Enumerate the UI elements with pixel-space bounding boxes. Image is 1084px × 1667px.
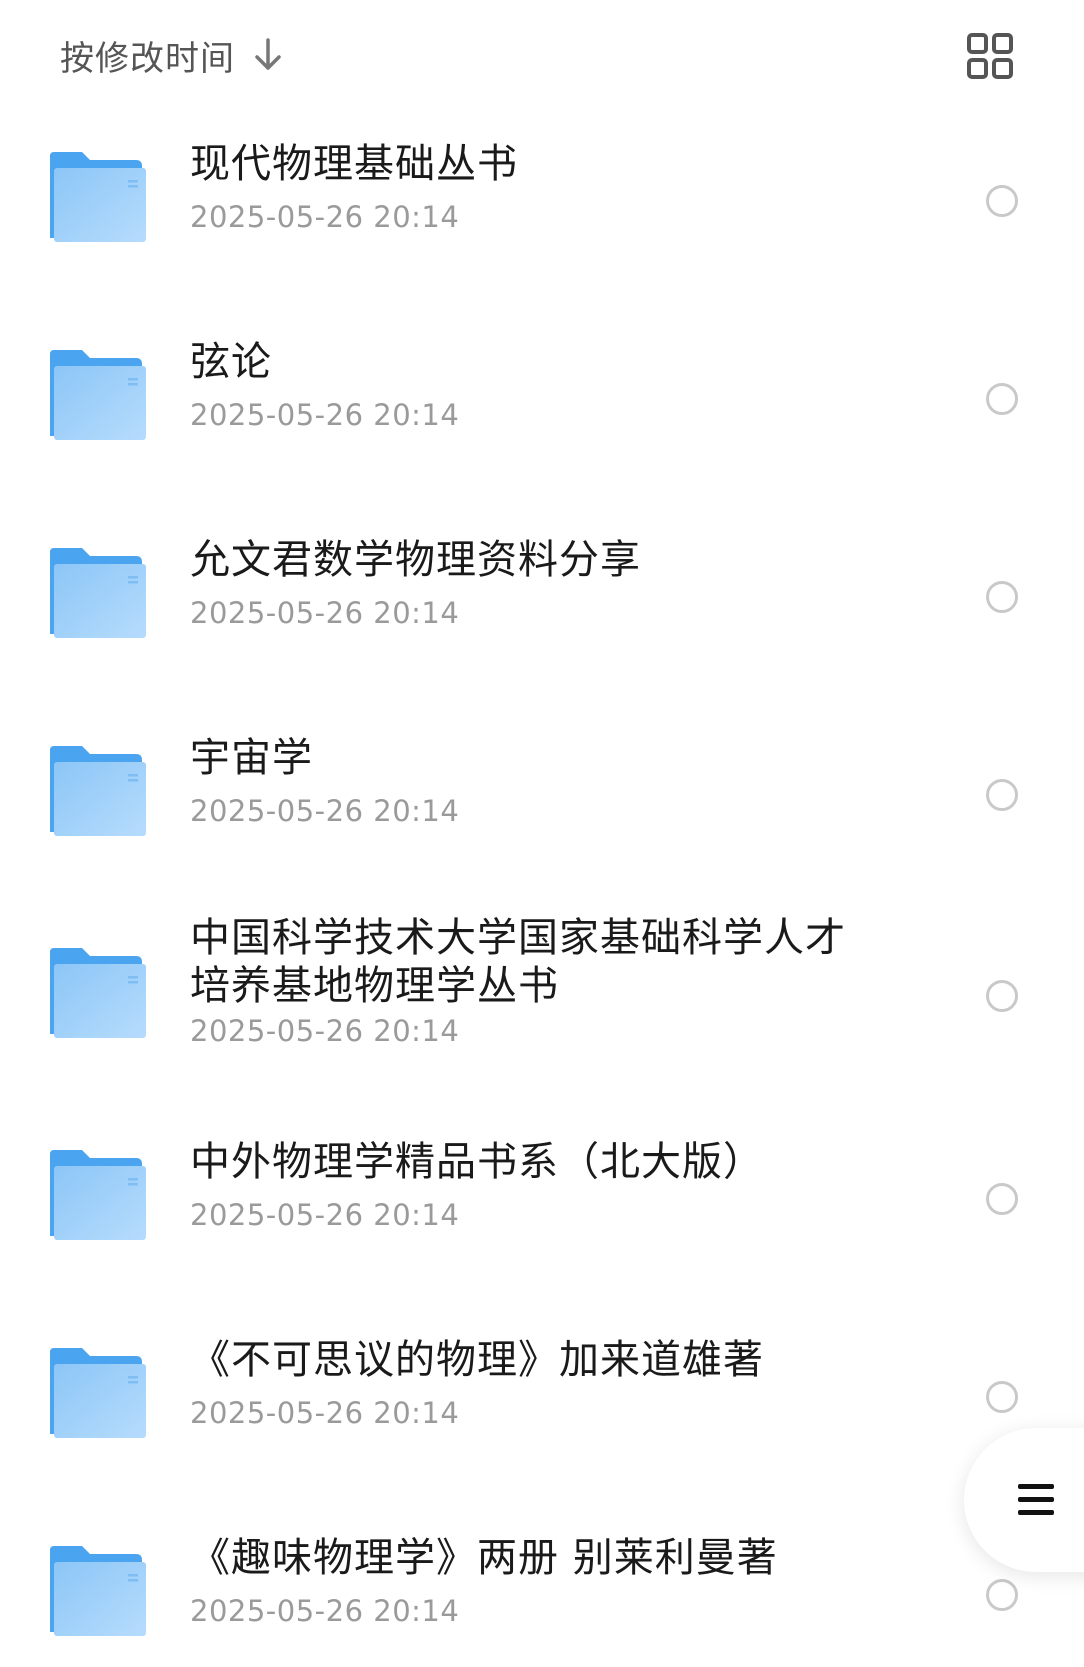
folder-icon: [48, 1148, 148, 1244]
select-radio[interactable]: [986, 581, 1018, 613]
list-item[interactable]: 允文君数学物理资料分享 2025-05-26 20:14: [0, 496, 1084, 694]
folder-name: 允文君数学物理资料分享: [190, 537, 641, 583]
folder-icon: [48, 1346, 148, 1442]
folder-icon: [48, 744, 148, 840]
select-radio[interactable]: [986, 383, 1018, 415]
folder-icon: [48, 150, 148, 246]
select-radio[interactable]: [986, 779, 1018, 811]
list-item[interactable]: 弦论 2025-05-26 20:14: [0, 298, 1084, 496]
sort-label: 按修改时间: [60, 38, 235, 79]
arrow-down-icon: [253, 37, 283, 73]
modified-date: 2025-05-26 20:14: [190, 1396, 460, 1430]
list-item[interactable]: 宇宙学 2025-05-26 20:14: [0, 694, 1084, 892]
list-item[interactable]: 《不可思议的物理》加来道雄著 2025-05-26 20:14: [0, 1296, 1084, 1494]
list-item[interactable]: 中国科学技术大学国家基础科学人才培养基地物理学丛书 2025-05-26 20:…: [0, 892, 1084, 1098]
modified-date: 2025-05-26 20:14: [190, 596, 460, 630]
select-radio[interactable]: [986, 1381, 1018, 1413]
modified-date: 2025-05-26 20:14: [190, 1014, 460, 1048]
list-item[interactable]: 中外物理学精品书系（北大版） 2025-05-26 20:14: [0, 1098, 1084, 1296]
modified-date: 2025-05-26 20:14: [190, 200, 460, 234]
list-item[interactable]: 《趣味物理学》两册 别莱利曼著 2025-05-26 20:14: [0, 1494, 1084, 1667]
modified-date: 2025-05-26 20:14: [190, 794, 460, 828]
list-item[interactable]: 现代物理基础丛书 2025-05-26 20:14: [0, 100, 1084, 298]
file-list-panel: 按修改时间 现代物理基础丛书 2025-05-26 20:14 弦论 2025-…: [0, 0, 1084, 1667]
modified-date: 2025-05-26 20:14: [190, 398, 460, 432]
folder-icon: [48, 946, 148, 1042]
modified-date: 2025-05-26 20:14: [190, 1594, 460, 1628]
folder-name: 《趣味物理学》两册 别莱利曼著: [190, 1535, 778, 1581]
sort-by-modified-time-button[interactable]: 按修改时间: [60, 30, 283, 80]
folder-list: 现代物理基础丛书 2025-05-26 20:14 弦论 2025-05-26 …: [0, 100, 1084, 1667]
select-radio[interactable]: [986, 1183, 1018, 1215]
grid-view-icon[interactable]: [966, 32, 1014, 80]
select-radio[interactable]: [986, 185, 1018, 217]
folder-name: 现代物理基础丛书: [190, 141, 518, 187]
folder-name: 弦论: [190, 339, 272, 385]
folder-icon: [48, 546, 148, 642]
folder-name: 宇宙学: [190, 735, 313, 781]
menu-icon: [1018, 1484, 1054, 1515]
folder-icon: [48, 348, 148, 444]
folder-name: 《不可思议的物理》加来道雄著: [190, 1337, 764, 1383]
modified-date: 2025-05-26 20:14: [190, 1198, 460, 1232]
folder-name: 中国科学技术大学国家基础科学人才培养基地物理学丛书: [190, 915, 846, 1009]
folder-name: 中外物理学精品书系（北大版）: [190, 1139, 764, 1185]
select-radio[interactable]: [986, 980, 1018, 1012]
folder-icon: [48, 1544, 148, 1640]
select-radio[interactable]: [986, 1579, 1018, 1611]
